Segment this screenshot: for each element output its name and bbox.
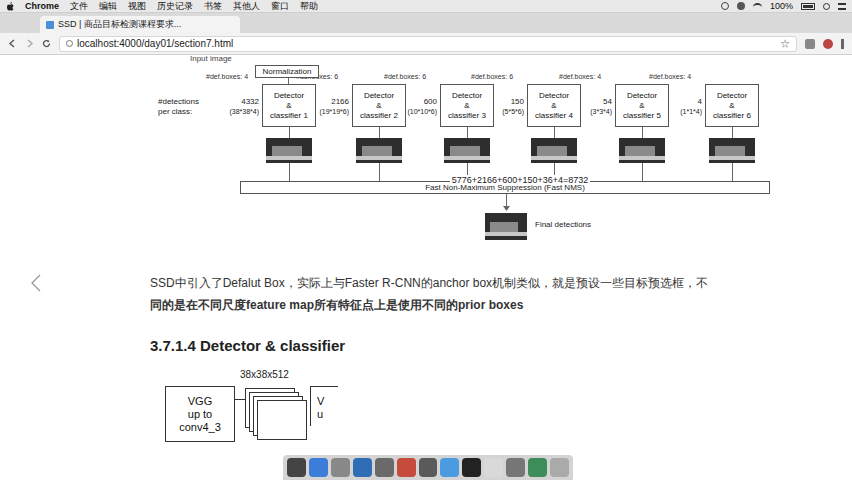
extension-icon[interactable] bbox=[805, 39, 815, 49]
address-bar[interactable]: localhost:4000/day01/section7.html☆ bbox=[59, 36, 797, 52]
page-favicon-icon bbox=[46, 21, 54, 29]
detector-box: Detector&classifier 6 bbox=[705, 84, 759, 127]
dock-app-icon[interactable] bbox=[397, 458, 416, 477]
menu-item[interactable]: 编辑 bbox=[99, 2, 117, 11]
info-icon[interactable] bbox=[66, 40, 73, 47]
dock-app-icon[interactable] bbox=[506, 458, 525, 477]
vgg-diagram: 38x38x512 VGGup toconv4_3 Vu bbox=[0, 364, 852, 454]
wifi-icon[interactable] bbox=[753, 3, 762, 9]
dock-app-icon[interactable] bbox=[440, 458, 459, 477]
menu-item[interactable]: 其他人 bbox=[233, 2, 260, 11]
count-label: 4(1*1*4) bbox=[658, 97, 702, 117]
app-menu[interactable]: Chrome bbox=[25, 2, 59, 11]
tab-strip: SSD | 商品目标检测课程要求... bbox=[0, 13, 852, 33]
detection-thumbnail bbox=[444, 138, 490, 163]
apple-icon[interactable] bbox=[6, 2, 14, 11]
reload-icon[interactable] bbox=[42, 39, 51, 48]
back-icon[interactable] bbox=[8, 39, 17, 48]
def-boxes-label: #def.boxes: 4 bbox=[649, 73, 691, 80]
dock-app-icon[interactable] bbox=[331, 458, 350, 477]
browser-tab[interactable]: SSD | 商品目标检测课程要求... bbox=[40, 16, 240, 33]
detection-thumbnail bbox=[531, 138, 577, 163]
battery-percent: 100% bbox=[770, 2, 793, 11]
sum-label: 5776+2166+600+150+36+4=8732 bbox=[395, 166, 645, 190]
detection-thumbnail bbox=[266, 138, 312, 163]
final-thumbnail bbox=[485, 213, 527, 240]
def-boxes-label: #def.boxes: 6 bbox=[384, 73, 426, 80]
detector-box: Detector&classifier 1 bbox=[262, 84, 316, 127]
menu-item[interactable]: 视图 bbox=[128, 2, 146, 11]
section-heading: 3.7.1.4 Detector & classifier bbox=[0, 336, 852, 356]
menu-icon[interactable] bbox=[841, 39, 844, 49]
input-label: Input image bbox=[190, 55, 232, 63]
list-icon[interactable] bbox=[838, 3, 846, 10]
dock-app-icon[interactable] bbox=[462, 458, 481, 477]
dock-app-icon[interactable] bbox=[419, 458, 438, 477]
count-label: 4332(38*38*4) bbox=[215, 97, 259, 117]
paragraph: SSD中引入了Defalut Box，实际上与Faster R-CNN的anch… bbox=[0, 272, 852, 316]
detections-label: #detectionsper class: bbox=[158, 97, 199, 117]
menu-bar: Chrome 文件 编辑 视图 历史记录 书签 其他人 窗口 帮助 100% bbox=[0, 0, 852, 13]
dock-app-icon[interactable] bbox=[375, 458, 394, 477]
def-boxes-label: #def.boxes: 6 bbox=[471, 73, 513, 80]
menu-item[interactable]: 窗口 bbox=[271, 2, 289, 11]
dock-app-icon[interactable] bbox=[528, 458, 547, 477]
search-icon[interactable] bbox=[823, 3, 830, 10]
def-boxes-label: #def.boxes: 4 bbox=[559, 73, 601, 80]
feature-map bbox=[257, 400, 307, 440]
dock-app-icon[interactable] bbox=[287, 458, 306, 477]
detection-thumbnail bbox=[356, 138, 402, 163]
size-label: 38x38x512 bbox=[240, 370, 289, 380]
normalization-box: Normalization bbox=[255, 65, 319, 78]
count-label: 54(3*3*4) bbox=[568, 97, 612, 117]
dock bbox=[283, 455, 573, 480]
detection-thumbnail bbox=[709, 138, 755, 163]
status-icon[interactable] bbox=[737, 2, 745, 10]
next-block: Vu bbox=[310, 386, 338, 426]
status-icon[interactable] bbox=[721, 2, 729, 10]
def-boxes-label: #def.boxes: 4 bbox=[206, 73, 248, 80]
dock-app-icon[interactable] bbox=[484, 458, 503, 477]
prev-icon[interactable] bbox=[30, 274, 42, 292]
menu-item[interactable]: 文件 bbox=[70, 2, 88, 11]
battery-icon[interactable] bbox=[801, 3, 815, 10]
count-label: 600(10*10*6) bbox=[393, 97, 437, 117]
count-label: 2166(19*19*6) bbox=[305, 97, 349, 117]
detection-thumbnail bbox=[619, 138, 665, 163]
detector-box: Detector&classifier 5 bbox=[615, 84, 669, 127]
menu-item[interactable]: 帮助 bbox=[300, 2, 318, 11]
final-label: Final detections bbox=[535, 221, 591, 229]
menu-item[interactable]: 书签 bbox=[204, 2, 222, 11]
count-label: 150(5*5*6) bbox=[480, 97, 524, 117]
vgg-block: VGGup toconv4_3 bbox=[165, 386, 235, 442]
forward-icon[interactable] bbox=[25, 39, 34, 48]
extension-icon[interactable] bbox=[823, 39, 833, 49]
detector-box: Detector&classifier 2 bbox=[352, 84, 406, 127]
detector-box: Detector&classifier 3 bbox=[440, 84, 494, 127]
dock-app-icon[interactable] bbox=[353, 458, 372, 477]
star-icon[interactable]: ☆ bbox=[780, 36, 790, 51]
detector-box: Detector&classifier 4 bbox=[527, 84, 581, 127]
menu-item[interactable]: 历史记录 bbox=[157, 2, 193, 11]
toolbar: localhost:4000/day01/section7.html☆ bbox=[0, 33, 852, 55]
ssd-diagram: Input image Normalization #detectionsper c… bbox=[0, 55, 852, 251]
dock-app-icon[interactable] bbox=[550, 458, 569, 477]
dock-app-icon[interactable] bbox=[309, 458, 328, 477]
